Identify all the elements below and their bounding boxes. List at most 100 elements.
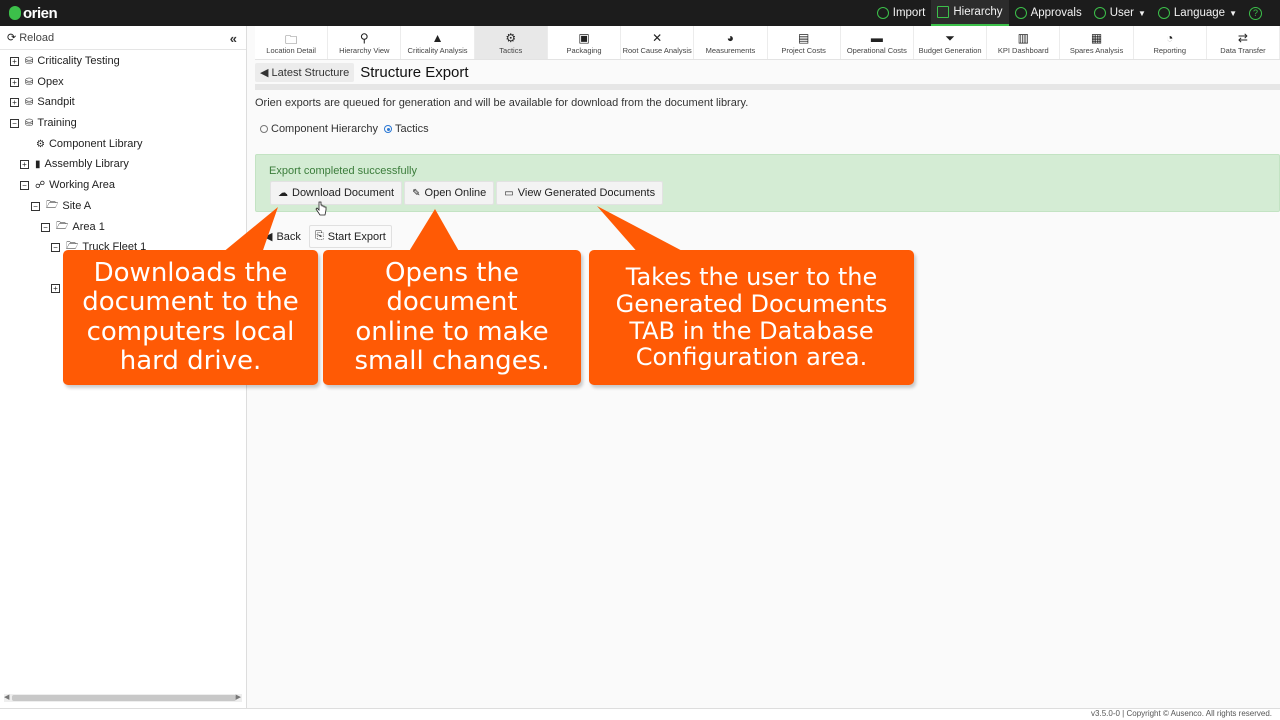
nav-hierarchy-label: Hierarchy [953,6,1003,18]
start-export-button[interactable]: ⎘ Start Export [308,225,392,248]
logo-mark-icon [9,6,21,20]
tree-node-sandpit[interactable]: + ⛁ Sandpit [10,93,75,111]
tool-reporting[interactable]: ◔ Reporting [1134,26,1207,59]
top-bar: orien Import Hierarchy Approvals User ▼ … [0,0,1280,26]
gauge-icon: ◕ [726,30,735,45]
tree-node-working-area[interactable]: − ☍ Working Area [20,176,115,194]
tool-operational-costs[interactable]: ▬ Operational Costs [841,26,914,59]
scrollbar-thumb[interactable] [12,695,236,701]
nav-help[interactable]: ? [1243,0,1268,26]
nav-language[interactable]: Language ▼ [1152,0,1243,26]
tool-location-detail[interactable]: 🗀 Location Detail [255,26,329,59]
tree-node-label: Working Area [49,179,115,191]
tree-node-label: Training [37,117,77,129]
expand-icon[interactable]: + [10,77,19,87]
database-icon: ⛁ [25,76,34,88]
view-generated-documents-button[interactable]: ▭ View Generated Documents [496,181,664,205]
nav-approvals[interactable]: Approvals [1009,0,1088,26]
open-online-label: Open Online [424,187,487,199]
arrow-left-circle-icon: ◀ [264,231,273,243]
tool-label: Measurements [705,45,756,55]
callout-line: document to the [82,287,299,318]
nav-import[interactable]: Import [871,0,932,26]
nav-hierarchy[interactable]: Hierarchy [931,0,1009,26]
tool-criticality-analysis[interactable]: ▲ Criticality Analysis [401,26,475,59]
scroll-right-icon[interactable]: ▶ [236,693,241,701]
tool-label: Spares Analysis [1069,45,1124,55]
expand-icon[interactable]: + [10,97,19,107]
export-success-panel: Export completed successfully ☁ Download… [255,154,1280,212]
open-online-button[interactable]: ✎ Open Online [404,181,495,205]
arrow-left-circle-icon: ◀ [260,67,269,79]
edit-icon: ✎ [412,187,421,199]
tree-node-component-library[interactable]: ⚙ Component Library [36,135,143,153]
header-divider [255,84,1280,90]
callout-line: online to make [355,316,549,347]
warning-icon: ▲ [431,30,444,45]
callout-line: small changes. [354,345,550,376]
download-document-button[interactable]: ☁ Download Document [270,181,403,205]
callout-line: Generated Documents [615,289,888,318]
radio-tactics-label[interactable]: Tactics [395,123,429,135]
tree-node-site-a[interactable]: − 🗁 Site A [31,197,91,215]
tool-root-cause-analysis[interactable]: ✕ Root Cause Analysis [621,26,695,59]
tools-icon: ✕ [652,30,663,45]
reload-label: Reload [19,31,55,44]
collapse-icon[interactable]: − [51,242,60,252]
latest-structure-link[interactable]: ◀ Latest Structure [255,63,355,82]
download-document-label: Download Document [292,187,395,199]
tree-node-area-1[interactable]: − 🗁 Area 1 [41,218,105,236]
collapse-icon[interactable]: − [41,222,50,232]
card-icon: ▬ [870,30,883,45]
tool-label: Criticality Analysis [407,45,468,55]
orien-logo[interactable]: orien [9,5,58,22]
tree-node-training[interactable]: − ⛁ Training [10,114,77,132]
tool-label: Project Costs [781,45,826,55]
lightbulb-icon [876,7,889,19]
tree-node-label: Sandpit [37,96,75,108]
folder-open-icon: 🗁 [56,220,69,232]
collapse-icon[interactable]: − [20,180,29,190]
tree-node-label: Area 1 [72,221,105,233]
tool-hierarchy-view[interactable]: ⚲ Hierarchy View [328,26,402,59]
callout-line: hard drive. [119,345,262,376]
archive-icon: ▭ [504,187,514,199]
tool-project-costs[interactable]: ▤ Project Costs [768,26,841,59]
tool-measurements[interactable]: ◕ Measurements [694,26,768,59]
tool-data-transfer[interactable]: ⇄ Data Transfer [1207,26,1280,59]
nav-user[interactable]: User ▼ [1088,0,1152,26]
expand-icon[interactable]: + [51,283,60,293]
folder-icon: 🗀 [285,32,298,47]
tool-packaging[interactable]: ▣ Packaging [548,26,622,59]
file-dollar-icon: ▤ [797,30,810,45]
tree-node-criticality-testing[interactable]: + ⛁ Criticality Testing [10,52,120,70]
scroll-left-icon[interactable]: ◀ [4,693,9,701]
radio-tactics[interactable] [384,125,392,133]
export-action-buttons: ☁ Download Document ✎ Open Online ▭ View… [270,181,665,205]
tree-node-label: Criticality Testing [37,55,120,67]
gear-icon: ⚙ [36,138,45,150]
tool-tactics[interactable]: ⚙ Tactics [474,26,548,59]
back-button[interactable]: ◀ Back [259,225,306,248]
radio-component-hierarchy-label[interactable]: Component Hierarchy [271,123,378,135]
callout-line: Opens the [385,258,519,289]
collapse-icon[interactable]: − [10,118,19,128]
tool-budget-generation[interactable]: ⏷ Budget Generation [914,26,988,59]
collapse-icon[interactable]: − [31,201,40,211]
collapse-sidebar-icon[interactable]: « [230,31,237,46]
success-message: Export completed successfully [269,165,417,177]
tree-node-opex[interactable]: + ⛁ Opex [10,73,64,91]
tree-node-assembly-library[interactable]: + ▮ Assembly Library [20,155,129,173]
reload-button[interactable]: ⟳ Reload [0,26,246,50]
tree-node-label: Assembly Library [44,158,129,170]
sidebar-horizontal-scrollbar[interactable]: ◀ ▶ [4,694,242,702]
expand-icon[interactable]: + [10,56,19,66]
tool-kpi-dashboard[interactable]: ▥ KPI Dashboard [987,26,1061,59]
radio-component-hierarchy[interactable] [260,125,268,133]
tree-node-label: Site A [62,200,92,212]
expand-icon[interactable]: + [20,159,29,169]
database-icon: ⛁ [25,55,34,67]
gear-icon: ⚙ [505,30,517,45]
tool-label: Data Transfer [1220,45,1266,55]
tool-spares-analysis[interactable]: ▦ Spares Analysis [1060,26,1134,59]
